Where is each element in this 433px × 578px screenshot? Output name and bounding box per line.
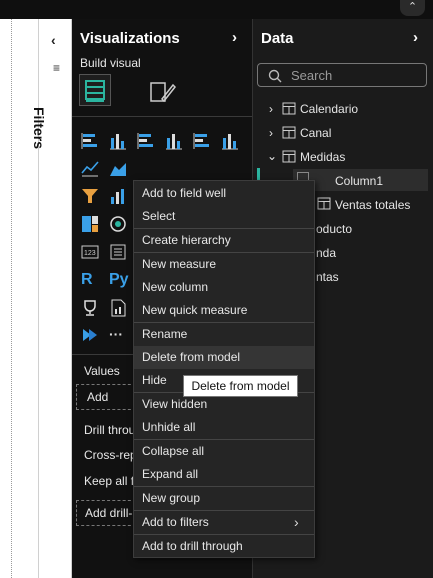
r-script-icon[interactable]: R — [81, 271, 101, 289]
table-producto[interactable]: oducto — [316, 222, 352, 236]
build-visual-label: Build visual — [80, 56, 141, 70]
python-visual-icon[interactable]: Py — [109, 271, 129, 289]
column-100-chart-icon[interactable] — [221, 132, 241, 150]
collapse-visualizations-chevron-icon[interactable]: › — [232, 29, 237, 46]
trophy-icon[interactable] — [81, 299, 101, 317]
area-chart-icon[interactable] — [109, 159, 129, 177]
expand-filters-chevron-icon[interactable]: ‹ — [51, 32, 56, 48]
context-menu: Add to field well Select Create hierarch… — [133, 180, 315, 558]
field-column1[interactable]: Column1 — [335, 174, 383, 188]
filter-icon: ≡ — [53, 61, 61, 75]
menu-item-new-quick-measure[interactable]: New quick measure — [134, 299, 314, 322]
stacked-column-chart-icon[interactable] — [109, 132, 129, 150]
clustered-bar-chart-icon[interactable] — [137, 132, 157, 150]
collapse-ribbon-chevron-icon[interactable]: ⌃ — [400, 0, 425, 16]
menu-item-add-to-field-well[interactable]: Add to field well — [134, 182, 314, 205]
tooltip: Delete from model — [183, 375, 298, 397]
search-placeholder: Search — [291, 68, 333, 83]
divider — [72, 116, 252, 117]
menu-item-new-column[interactable]: New column — [134, 276, 314, 299]
line-chart-icon[interactable] — [81, 159, 101, 177]
measure-ventas-totales[interactable]: Ventas totales — [335, 198, 410, 212]
values-label: Values — [84, 364, 120, 378]
search-input[interactable]: Search — [257, 63, 427, 87]
menu-item-select[interactable]: Select — [134, 205, 314, 228]
menu-item-rename[interactable]: Rename — [134, 323, 314, 346]
tree-chevron-down-icon[interactable]: ⌄ — [267, 149, 277, 163]
table-calendario[interactable]: Calendario — [300, 102, 358, 116]
menu-item-delete-from-model[interactable]: Delete from model — [134, 346, 314, 369]
search-icon — [268, 69, 282, 83]
visualizations-title: Visualizations — [80, 30, 180, 47]
tree-chevron-right-icon[interactable]: › — [269, 102, 273, 116]
menu-item-add-to-drill-through[interactable]: Add to drill through — [134, 535, 314, 558]
format-brush-icon — [150, 82, 177, 103]
stacked-bar-chart-icon[interactable] — [81, 132, 101, 150]
scatter-chart-icon[interactable] — [109, 187, 129, 205]
menu-item-add-to-filters[interactable]: Add to filters — [134, 511, 314, 534]
more-options-icon[interactable]: ··· — [109, 326, 129, 344]
menu-item-new-group[interactable]: New group — [134, 487, 314, 510]
table-icon — [282, 102, 296, 115]
menu-item-expand-all[interactable]: Expand all — [134, 463, 314, 486]
globe-map-icon[interactable] — [109, 215, 129, 233]
table-tienda[interactable]: nda — [316, 246, 336, 260]
submenu-chevron-icon: › — [294, 514, 299, 530]
data-title: Data — [261, 30, 294, 47]
menu-item-create-hierarchy[interactable]: Create hierarchy — [134, 229, 314, 252]
paginated-report-icon[interactable] — [109, 299, 129, 317]
menu-item-collapse-all[interactable]: Collapse all — [134, 440, 314, 463]
svg-text:123: 123 — [84, 250, 96, 257]
cross-report-label: Cross-rep — [84, 448, 137, 462]
table-icon — [317, 197, 331, 210]
add-drill-through-field-well[interactable]: Add drill- — [76, 500, 136, 526]
format-visual-tab[interactable] — [148, 77, 178, 107]
menu-item-new-measure[interactable]: New measure — [134, 253, 314, 276]
table-medidas[interactable]: Medidas — [300, 150, 345, 164]
funnel-icon[interactable] — [81, 187, 101, 205]
report-canvas-edge — [0, 19, 38, 578]
table-icon — [282, 126, 296, 139]
multi-row-card-icon[interactable] — [109, 243, 129, 261]
add-data-label: Add data — [87, 390, 109, 404]
build-visual-tab[interactable] — [79, 74, 111, 106]
power-apps-icon[interactable] — [81, 326, 101, 344]
treemap-icon[interactable] — [81, 215, 101, 233]
card-number-icon[interactable]: 123 — [81, 243, 101, 261]
add-data-field-well[interactable]: Add data — [76, 384, 136, 410]
filters-label: Filters — [31, 107, 47, 150]
table-ventas[interactable]: ntas — [316, 270, 339, 284]
top-bar: ⌃ — [0, 0, 433, 19]
clustered-column-chart-icon[interactable] — [165, 132, 185, 150]
canvas-dotted-border — [11, 19, 12, 578]
menu-item-unhide-all[interactable]: Unhide all — [134, 416, 314, 439]
collapse-data-chevron-icon[interactable]: › — [413, 29, 418, 46]
table-grid-icon — [85, 80, 105, 102]
filters-pane[interactable]: ‹ ≡ Filters — [31, 19, 72, 578]
tree-chevron-right-icon[interactable]: › — [269, 126, 273, 140]
bar-100-chart-icon[interactable] — [193, 132, 213, 150]
table-canal[interactable]: Canal — [300, 126, 331, 140]
keep-all-filters-label: Keep all f — [84, 474, 135, 488]
add-drill-label: Add drill- — [85, 506, 133, 520]
table-icon — [282, 150, 296, 163]
drill-through-label: Drill throu — [84, 423, 136, 437]
